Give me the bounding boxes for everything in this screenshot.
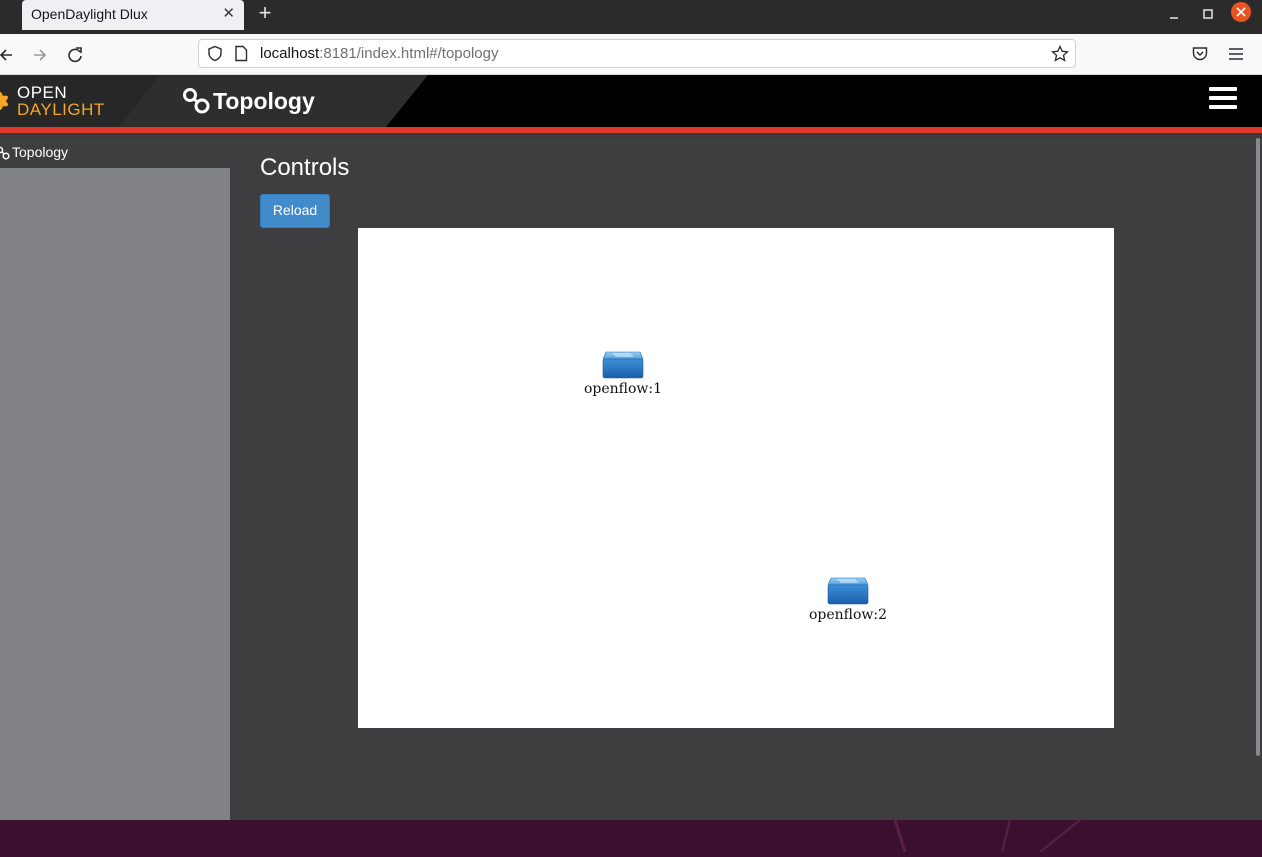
topology-icon bbox=[0, 146, 10, 160]
reload-button[interactable]: Reload bbox=[260, 194, 330, 228]
forward-button[interactable] bbox=[30, 44, 52, 66]
back-button[interactable] bbox=[0, 44, 18, 66]
new-tab-button[interactable]: + bbox=[255, 2, 275, 24]
topology-icon bbox=[183, 88, 210, 114]
minimize-button[interactable] bbox=[1163, 3, 1185, 25]
menu-toggle-button[interactable] bbox=[1209, 87, 1237, 113]
app-header: OPEN DAYLIGHT Topology bbox=[0, 75, 1262, 127]
tab-close-icon[interactable]: ✕ bbox=[222, 5, 235, 23]
page-info-icon[interactable] bbox=[234, 45, 248, 62]
switch-icon bbox=[602, 351, 644, 379]
reload-icon bbox=[68, 47, 82, 63]
shield-icon[interactable] bbox=[207, 45, 223, 62]
url-path: :8181/index.html#/topology bbox=[319, 45, 499, 62]
window-close-button[interactable] bbox=[1231, 2, 1251, 22]
switch-icon bbox=[827, 577, 869, 605]
window-close-icon bbox=[1236, 7, 1246, 17]
url-text[interactable]: localhost:8181/index.html#/topology bbox=[260, 45, 499, 62]
hamburger-icon-bar bbox=[1209, 87, 1237, 91]
topology-canvas[interactable]: openflow:1 openflow:2 bbox=[358, 228, 1114, 728]
controls-heading: Controls bbox=[260, 154, 350, 181]
topology-node[interactable]: openflow:2 bbox=[798, 576, 898, 623]
main-content: Controls Reload openflow:1 openflow:2 bbox=[230, 138, 1262, 820]
desktop-wallpaper-lines bbox=[893, 819, 1081, 853]
page-title: Topology bbox=[213, 88, 315, 114]
browser-tab[interactable]: OpenDaylight Dlux ✕ bbox=[22, 0, 244, 30]
hamburger-icon-bar bbox=[1209, 105, 1237, 109]
sidebar bbox=[0, 168, 230, 820]
bookmark-star-icon[interactable] bbox=[1051, 45, 1069, 63]
url-host: localhost bbox=[260, 45, 320, 62]
maximize-button[interactable] bbox=[1197, 3, 1219, 25]
logo-text-daylight: DAYLIGHT bbox=[17, 100, 105, 119]
scrollbar[interactable] bbox=[1256, 138, 1260, 756]
maximize-icon bbox=[1203, 9, 1213, 19]
url-bar[interactable]: localhost:8181/index.html#/topology bbox=[198, 39, 1076, 68]
hamburger-icon-bar bbox=[1209, 96, 1237, 100]
sidebar-item-topology[interactable]: Topology bbox=[0, 138, 230, 168]
pocket-icon[interactable] bbox=[1191, 45, 1209, 63]
node-label: openflow:1 bbox=[583, 381, 663, 397]
tab-title: OpenDaylight Dlux bbox=[31, 6, 148, 22]
desktop-background bbox=[0, 819, 1262, 853]
browser-menu-icon[interactable] bbox=[1228, 46, 1244, 62]
opendaylight-flower-icon bbox=[0, 92, 8, 110]
browser-tabstrip: OpenDaylight Dlux ✕ + bbox=[0, 0, 1262, 34]
node-label: openflow:2 bbox=[808, 607, 888, 623]
topology-node[interactable]: openflow:1 bbox=[573, 350, 673, 397]
forward-arrow-icon bbox=[34, 49, 47, 61]
browser-navbar: localhost:8181/index.html#/topology bbox=[0, 34, 1262, 75]
back-arrow-icon bbox=[0, 49, 12, 61]
sidebar-item-label: Topology bbox=[12, 144, 69, 160]
minimize-icon bbox=[1170, 17, 1178, 19]
logo-text-open: OPEN bbox=[17, 83, 68, 102]
reload-page-button[interactable] bbox=[64, 44, 86, 66]
